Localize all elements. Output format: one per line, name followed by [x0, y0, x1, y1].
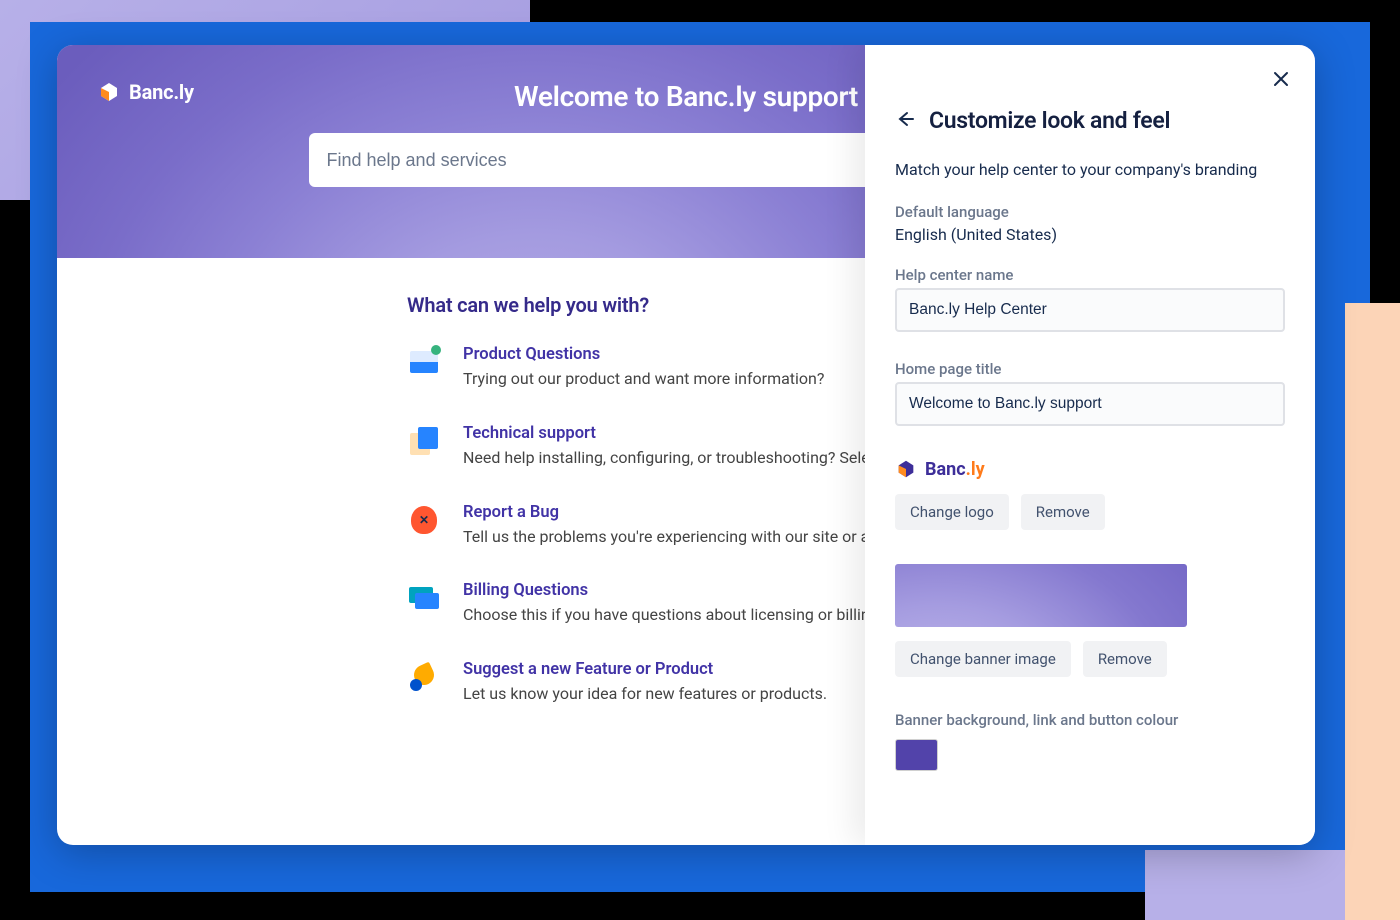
topic-title: Billing Questions [463, 581, 883, 600]
bg-decor [0, 200, 30, 280]
remove-banner-button[interactable]: Remove [1083, 641, 1167, 677]
credit-cards-icon [407, 581, 441, 615]
topic-title: Suggest a new Feature or Product [463, 660, 827, 679]
topic-title: Report a Bug [463, 503, 892, 522]
banner-preview [895, 564, 1187, 627]
help-center-window: Banc.ly Welcome to Banc.ly support What … [57, 45, 1315, 845]
panel-title: Customize look and feel [929, 107, 1170, 134]
logo-icon [895, 458, 917, 480]
home-page-title-input[interactable] [895, 382, 1285, 426]
color-swatch[interactable] [895, 739, 938, 771]
help-center-name-label: Help center name [895, 266, 1285, 284]
home-page-title-label: Home page title [895, 360, 1285, 378]
topic-title: Product Questions [463, 345, 824, 364]
back-arrow-icon[interactable] [895, 109, 915, 133]
customize-panel: Customize look and feel Match your help … [865, 45, 1315, 845]
topic-title: Technical support [463, 424, 932, 443]
bg-decor [1345, 303, 1400, 920]
remove-logo-button[interactable]: Remove [1021, 494, 1105, 530]
brand-name: Banc.ly [129, 80, 194, 104]
topic-desc: Tell us the problems you're experiencing… [463, 525, 892, 550]
default-language-label: Default language [895, 203, 1285, 221]
logo-preview: Banc.ly [895, 458, 1285, 480]
bug-icon [407, 503, 441, 537]
default-language-value: English (United States) [895, 225, 1285, 244]
bg-decor [1145, 850, 1345, 920]
logo-preview-text: Banc.ly [925, 459, 985, 480]
topic-desc: Need help installing, configuring, or tr… [463, 446, 932, 471]
topic-desc: Choose this if you have questions about … [463, 603, 883, 628]
close-icon[interactable] [1271, 69, 1291, 93]
help-center-name-input[interactable] [895, 288, 1285, 332]
documents-icon [407, 424, 441, 458]
change-banner-button[interactable]: Change banner image [895, 641, 1071, 677]
megaphone-icon [407, 660, 441, 694]
change-logo-button[interactable]: Change logo [895, 494, 1009, 530]
panel-subtitle: Match your help center to your company's… [895, 160, 1285, 179]
topic-desc: Trying out our product and want more inf… [463, 367, 824, 392]
color-section-label: Banner background, link and button colou… [895, 711, 1285, 729]
laptop-icon [407, 345, 441, 379]
topic-desc: Let us know your idea for new features o… [463, 682, 827, 707]
logo-icon [97, 80, 121, 104]
